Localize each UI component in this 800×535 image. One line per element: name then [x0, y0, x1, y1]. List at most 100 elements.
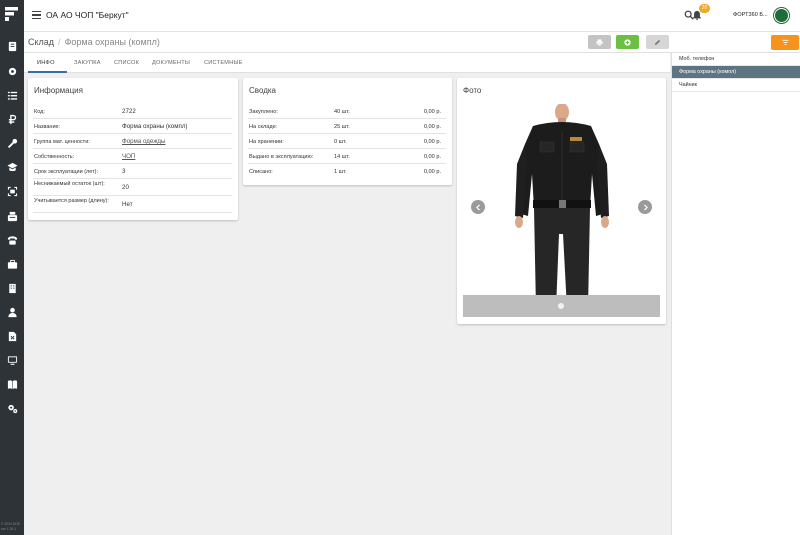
carousel-next-button[interactable] [638, 200, 652, 214]
summary-label: Списано: [249, 169, 273, 175]
carousel-prev-button[interactable] [471, 200, 485, 214]
wrench-icon[interactable] [6, 137, 18, 149]
info-value: 2722 [122, 108, 136, 115]
monitor-icon[interactable] [6, 354, 18, 366]
phone-icon[interactable] [6, 234, 18, 246]
info-row-lifetime: Срок эксплуатации (лет): 3 [33, 164, 232, 179]
items-list-panel: Моб. телефон Форма охраны (компл) Чайник [671, 53, 800, 535]
summary-label: На складе: [249, 124, 278, 130]
owner-link[interactable]: ЧОП [122, 153, 135, 160]
list-icon[interactable] [6, 89, 18, 101]
info-label: Неснижаемый остаток (шт): [34, 181, 105, 187]
summary-qty: 40 шт. [334, 109, 350, 115]
avatar[interactable] [774, 8, 789, 23]
building-icon[interactable] [6, 282, 18, 294]
document-x-icon[interactable] [6, 330, 18, 342]
chevron-left-icon [475, 203, 480, 211]
tab-system[interactable]: СИСТЕМНЫЕ [204, 60, 243, 66]
info-label: Срок эксплуатации (лет): [34, 169, 98, 175]
group-link[interactable]: Форма одежды [122, 138, 165, 145]
info-card-title: Информация [34, 86, 83, 95]
breadcrumb-current: Форма охраны (компл) [64, 37, 160, 47]
tab-purchase[interactable]: ЗАКУПКА [74, 60, 101, 66]
info-value: 3 [122, 168, 126, 175]
ruble-icon[interactable] [6, 113, 18, 125]
filter-icon [781, 39, 789, 46]
gear-small-icon[interactable] [6, 65, 18, 77]
logo-icon[interactable] [4, 6, 20, 22]
edit-button[interactable] [646, 35, 669, 49]
active-tab-indicator [28, 71, 67, 73]
tab-list[interactable]: СПИСОК [114, 60, 139, 66]
summary-row: Списано: 1 шт. 0,00 р. [248, 164, 446, 179]
summary-label: Выдано в эксплуатацию: [249, 154, 314, 160]
summary-card: Сводка Закуплено: 40 шт. 0,00 р. На скла… [243, 78, 452, 185]
summary-row: На хранении: 0 шт. 0,00 р. [248, 134, 446, 149]
settings-icon[interactable] [6, 402, 18, 414]
info-label: Код: [34, 109, 45, 115]
info-row-name: Название: Форма охраны (компл) [33, 119, 232, 134]
summary-amount: 0,00 р. [423, 139, 441, 145]
info-label: Группа мат. ценности: [34, 139, 90, 145]
photo-carousel [463, 104, 660, 317]
print-button[interactable] [588, 35, 611, 49]
filter-button[interactable] [771, 35, 799, 50]
graduation-icon[interactable] [6, 161, 18, 173]
footer-line-2: ver 1.28.1 [1, 527, 17, 531]
user-icon[interactable] [6, 306, 18, 318]
list-item-selected[interactable]: Форма охраны (компл) [672, 66, 800, 79]
clipboard-icon[interactable] [6, 40, 18, 52]
photo-card: Фото [457, 78, 666, 324]
summary-qty: 25 шт. [334, 124, 350, 130]
summary-qty: 1 шт. [334, 169, 347, 175]
breadcrumb-root[interactable]: Склад [28, 37, 54, 47]
top-bar: ОА АО ЧОП "Беркут" 20 ФОРТ360 Б... [24, 0, 800, 32]
summary-amount: 0,00 р. [423, 169, 441, 175]
hamburger-menu-icon[interactable] [32, 11, 41, 19]
add-button[interactable] [616, 35, 639, 49]
info-card: Информация Код: 2722 Название: Форма охр… [28, 78, 238, 220]
carousel-dot[interactable] [558, 303, 564, 309]
summary-qty: 14 шт. [334, 154, 350, 160]
user-name[interactable]: ФОРТ360 Б... [733, 12, 768, 18]
summary-amount: 0,00 р. [423, 154, 441, 160]
summary-qty: 0 шт. [334, 139, 347, 145]
notification-badge: 20 [699, 4, 710, 13]
uniform-photo [515, 104, 609, 315]
subheader: Склад / Форма охраны (компл) [24, 32, 800, 53]
chevron-right-icon [643, 203, 648, 211]
scan-icon[interactable] [6, 185, 18, 197]
summary-card-title: Сводка [249, 86, 277, 95]
info-label: Учитывается размер (длину): [34, 198, 109, 204]
info-row-owner: Собственность: ЧОП [33, 149, 232, 164]
list-item[interactable]: Моб. телефон [672, 53, 800, 66]
summary-row: Закуплено: 40 шт. 0,00 р. [248, 104, 446, 119]
info-value: Нет [122, 201, 133, 208]
list-item[interactable]: Чайник [672, 79, 800, 92]
search-icon[interactable] [684, 10, 694, 22]
plus-icon [624, 38, 631, 46]
info-row-group: Группа мат. ценности: Форма одежды [33, 134, 232, 149]
version-footer: © 2024 DDE ver 1.28.1 [1, 522, 23, 532]
organization-name: ОА АО ЧОП "Беркут" [46, 10, 129, 20]
tab-documents[interactable]: ДОКУМЕНТЫ [152, 60, 190, 66]
summary-amount: 0,00 р. [423, 109, 441, 115]
info-label: Название: [34, 124, 61, 130]
pencil-icon [654, 39, 661, 45]
briefcase-icon[interactable] [6, 258, 18, 270]
print-icon [596, 38, 603, 46]
book-icon[interactable] [6, 378, 18, 390]
info-row-min-stock: Неснижаемый остаток (шт): 20 [33, 179, 232, 196]
summary-row: Выдано в эксплуатацию: 14 шт. 0,00 р. [248, 149, 446, 164]
sidebar: © 2024 DDE ver 1.28.1 [0, 0, 24, 535]
photo-card-title: Фото [463, 86, 482, 95]
summary-label: На хранении: [249, 139, 284, 145]
info-value: Форма охраны (компл) [122, 123, 188, 130]
info-row-size: Учитывается размер (длину): Нет [33, 196, 232, 213]
info-value: 20 [122, 184, 129, 191]
fax-icon[interactable] [6, 210, 18, 222]
breadcrumb-separator: / [58, 37, 61, 47]
info-row-code: Код: 2722 [33, 104, 232, 119]
tab-info[interactable]: ИНФО [37, 60, 55, 66]
tabs-bar: ИНФО ЗАКУПКА СПИСОК ДОКУМЕНТЫ СИСТЕМНЫЕ [24, 53, 670, 73]
